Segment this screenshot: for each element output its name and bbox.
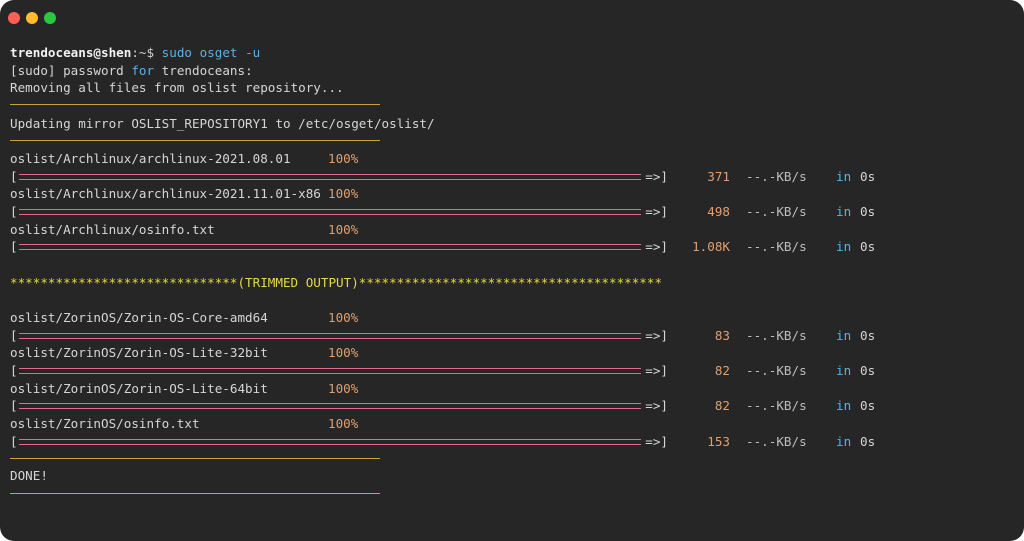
download-rate: --.-KB/s <box>746 239 807 255</box>
download-size: 83 <box>714 327 730 343</box>
download-percent: 100% <box>328 310 359 325</box>
download-time: 0s <box>860 327 876 343</box>
download-size: 1.08K <box>692 239 730 255</box>
sudo-user: trendoceans: <box>154 63 253 78</box>
download-size: 153 <box>707 433 730 449</box>
download-in-label: in <box>836 362 852 378</box>
download-percent: 100% <box>328 221 359 237</box>
download-filename: oslist/ZorinOS/osinfo.txt <box>10 415 200 431</box>
close-button[interactable] <box>8 12 20 24</box>
download-in-label: in <box>836 239 852 255</box>
sudo-line: [sudo] password for trendoceans: <box>10 62 253 80</box>
separator <box>10 458 380 459</box>
separator <box>10 140 380 141</box>
download-in-label: in <box>836 398 852 414</box>
separator <box>10 493 380 494</box>
download-rate: --.-KB/s <box>746 168 807 184</box>
download-rate: --.-KB/s <box>746 203 807 219</box>
download-rate: --.-KB/s <box>746 327 807 343</box>
prompt-user-host: trendoceans@shen <box>10 45 132 60</box>
download-in-label: in <box>836 433 852 449</box>
download-time: 0s <box>860 362 876 378</box>
download-time: 0s <box>860 203 876 219</box>
download-filename: oslist/Archlinux/archlinux-2021.08.01 <box>10 151 291 166</box>
minimize-button[interactable] <box>26 12 38 24</box>
download-in-label: in <box>836 168 852 184</box>
download-rate: --.-KB/s <box>746 433 807 449</box>
separator <box>10 104 380 105</box>
download-percent: 100% <box>328 380 359 396</box>
download-filename: oslist/ZorinOS/Zorin-OS-Lite-32bit <box>10 345 268 361</box>
download-percent: 100% <box>328 345 359 361</box>
updating-line: Updating mirror OSLIST_REPOSITORY1 to /e… <box>10 116 435 131</box>
removing-line: Removing all files from oslist repositor… <box>10 80 344 95</box>
prompt-path: :~$ <box>131 45 155 60</box>
download-time: 0s <box>860 433 876 449</box>
download-time: 0s <box>860 168 876 184</box>
download-filename: oslist/ZorinOS/Zorin-OS-Lite-64bit <box>10 380 268 396</box>
download-size: 498 <box>707 203 730 219</box>
download-percent: 100% <box>328 186 359 202</box>
download-in-label: in <box>836 203 852 219</box>
download-size: 371 <box>707 168 730 184</box>
terminal-output[interactable]: trendoceans@shen:~$ sudo osget -u [sudo]… <box>10 44 1014 531</box>
download-filename: oslist/ZorinOS/Zorin-OS-Core-amd64 <box>10 310 268 325</box>
sudo-text: [sudo] password <box>10 63 132 78</box>
download-size: 82 <box>714 362 730 378</box>
download-in-label: in <box>836 327 852 343</box>
prompt-command: sudo osget -u <box>161 45 261 60</box>
download-filename: oslist/Archlinux/archlinux-2021.11.01-x8… <box>10 186 321 202</box>
download-time: 0s <box>860 239 876 255</box>
download-time: 0s <box>860 398 876 414</box>
download-percent: 100% <box>328 415 359 431</box>
maximize-button[interactable] <box>44 12 56 24</box>
done-line: DONE! <box>10 468 48 483</box>
download-rate: --.-KB/s <box>746 362 807 378</box>
download-filename: oslist/Archlinux/osinfo.txt <box>10 221 215 237</box>
prompt-line: trendoceans@shen:~$ sudo osget -u <box>10 44 260 62</box>
download-size: 82 <box>714 398 730 414</box>
window-controls <box>8 12 56 24</box>
sudo-for-keyword: for <box>131 63 155 78</box>
download-percent: 100% <box>328 151 359 166</box>
trimmed-output-line: ******************************(TRIMMED O… <box>10 275 663 290</box>
download-rate: --.-KB/s <box>746 398 807 414</box>
terminal-window[interactable]: trendoceans@shen:~$ sudo osget -u [sudo]… <box>0 0 1024 541</box>
